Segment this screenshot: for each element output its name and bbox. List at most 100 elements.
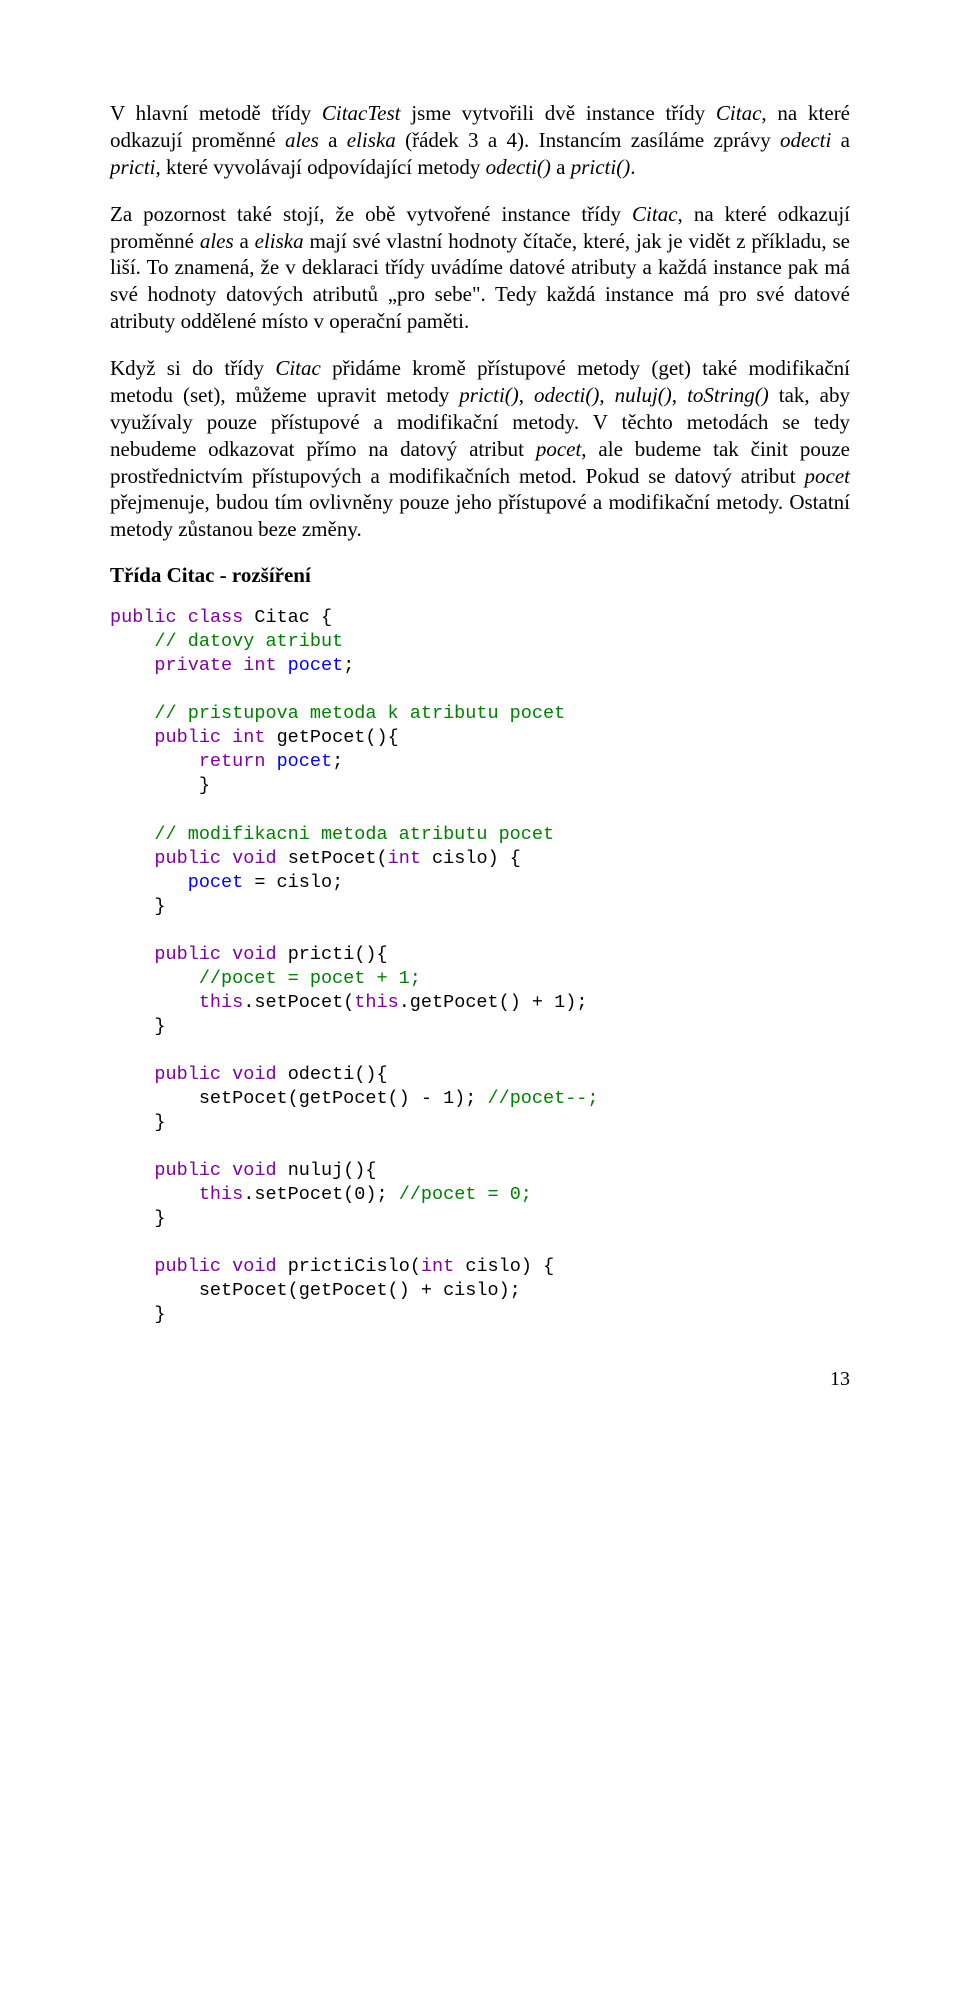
lparen: (: [410, 1256, 421, 1277]
semicolon: ;: [332, 872, 343, 893]
comment: // modifikacni metoda atributu pocet: [154, 824, 554, 845]
class-name-citac: Citac: [275, 356, 321, 380]
brace-close: }: [154, 896, 165, 917]
call-setpocet: .setPocet(0);: [243, 1184, 398, 1205]
sig-open: ) {: [488, 848, 521, 869]
var-ales: ales: [285, 128, 319, 152]
comment: //pocet = pocet + 1;: [199, 968, 421, 989]
sig-open: ) {: [521, 1256, 554, 1277]
keyword-public: public: [154, 944, 221, 965]
keyword-return: return: [199, 751, 266, 772]
method-odecti: odecti(): [486, 155, 551, 179]
identifier-pocet: pocet: [288, 655, 344, 676]
method-tostring: toString(): [687, 383, 769, 407]
method-pricti: pricti(): [459, 383, 518, 407]
sig-open: (){: [343, 1160, 376, 1181]
msg-pricti: pricti: [110, 155, 156, 179]
brace-open: {: [310, 607, 332, 628]
keyword-this: this: [354, 992, 398, 1013]
msg-odecti: odecti: [780, 128, 831, 152]
call-setpocet: .setPocet(: [243, 992, 354, 1013]
section-heading: Třída Citac - rozšíření: [110, 563, 850, 588]
comment: // datovy atribut: [154, 631, 343, 652]
keyword-int: int: [243, 655, 276, 676]
brace-close: }: [154, 1016, 165, 1037]
call-getpocet: .getPocet() + 1);: [399, 992, 588, 1013]
text: ,: [599, 383, 614, 407]
text: a: [831, 128, 850, 152]
keyword-void: void: [232, 848, 276, 869]
method-nuluj: nuluj: [288, 1160, 344, 1181]
semicolon: ;: [332, 751, 343, 772]
lparen: (: [377, 848, 388, 869]
paragraph-3: Když si do třídy Citac přidáme kromě pří…: [110, 355, 850, 543]
class-name-citac: Citac: [716, 101, 762, 125]
sig-open: (){: [354, 944, 387, 965]
text: ,: [672, 383, 687, 407]
paragraph-2: Za pozornost také stojí, že obě vytvořen…: [110, 201, 850, 335]
comment: // pristupova metoda k atributu pocet: [154, 703, 565, 724]
keyword-void: void: [232, 1160, 276, 1181]
keyword-this: this: [199, 992, 243, 1013]
param-cislo: cislo: [277, 872, 333, 893]
text: V hlavní metodě třídy: [110, 101, 322, 125]
sig-open: (){: [354, 1064, 387, 1085]
code-block: public class Citac { // datovy atribut p…: [110, 606, 850, 1327]
text: přejmenuje, budou tím ovlivněny pouze je…: [110, 490, 850, 541]
identifier-pocet: pocet: [188, 872, 244, 893]
text: a: [319, 128, 347, 152]
comment: //pocet = 0;: [399, 1184, 532, 1205]
assign: =: [243, 872, 276, 893]
sig-open: (){: [365, 727, 398, 748]
brace-close: }: [199, 775, 210, 796]
text: jsme vytvořili dvě instance třídy: [400, 101, 715, 125]
param-cislo: cislo: [432, 848, 488, 869]
text: ,: [519, 383, 534, 407]
var-eliska: eliska: [347, 128, 396, 152]
text: Za pozornost také stojí, že obě vytvořen…: [110, 202, 632, 226]
brace-close: }: [154, 1208, 165, 1229]
comment: //pocet--;: [487, 1088, 598, 1109]
param-cislo: cislo: [465, 1256, 521, 1277]
keyword-public: public: [154, 848, 221, 869]
brace-close: }: [154, 1112, 165, 1133]
text: .: [630, 155, 635, 179]
keyword-public: public: [154, 727, 221, 748]
keyword-int: int: [232, 727, 265, 748]
text: Když si do třídy: [110, 356, 275, 380]
class-name-citactest: CitacTest: [322, 101, 401, 125]
keyword-public: public: [154, 1256, 221, 1277]
attr-pocet: pocet: [805, 464, 850, 488]
keyword-void: void: [232, 1256, 276, 1277]
semicolon: ;: [343, 655, 354, 676]
brace-close: }: [154, 1304, 165, 1325]
keyword-public: public: [154, 1160, 221, 1181]
method-getpocet: getPocet: [277, 727, 366, 748]
call-setpocet: setPocet(getPocet() - 1);: [199, 1088, 488, 1109]
keyword-int: int: [421, 1256, 454, 1277]
attr-pocet: pocet: [536, 437, 581, 461]
keyword-public: public: [154, 1064, 221, 1085]
keyword-public: public: [110, 607, 177, 628]
paragraph-1: V hlavní metodě třídy CitacTest jsme vyt…: [110, 100, 850, 181]
keyword-class: class: [188, 607, 244, 628]
method-setpocet: setPocet: [288, 848, 377, 869]
identifier-pocet: pocet: [277, 751, 333, 772]
keyword-this: this: [199, 1184, 243, 1205]
keyword-void: void: [232, 1064, 276, 1085]
text: a: [234, 229, 255, 253]
keyword-void: void: [232, 944, 276, 965]
method-pricti: pricti: [288, 944, 355, 965]
var-eliska: eliska: [255, 229, 304, 253]
text: , které vyvolávají odpovídající metody: [156, 155, 486, 179]
keyword-private: private: [154, 655, 232, 676]
method-odecti: odecti: [288, 1064, 355, 1085]
method-pricti: pricti(): [571, 155, 630, 179]
var-ales: ales: [200, 229, 234, 253]
method-pricticislo: prictiCislo: [288, 1256, 410, 1277]
class-name-citac: Citac: [632, 202, 678, 226]
method-odecti: odecti(): [534, 383, 599, 407]
call-setpocet: setPocet(getPocet() + cislo);: [199, 1280, 521, 1301]
keyword-int: int: [388, 848, 421, 869]
method-nuluj: nuluj(): [615, 383, 672, 407]
